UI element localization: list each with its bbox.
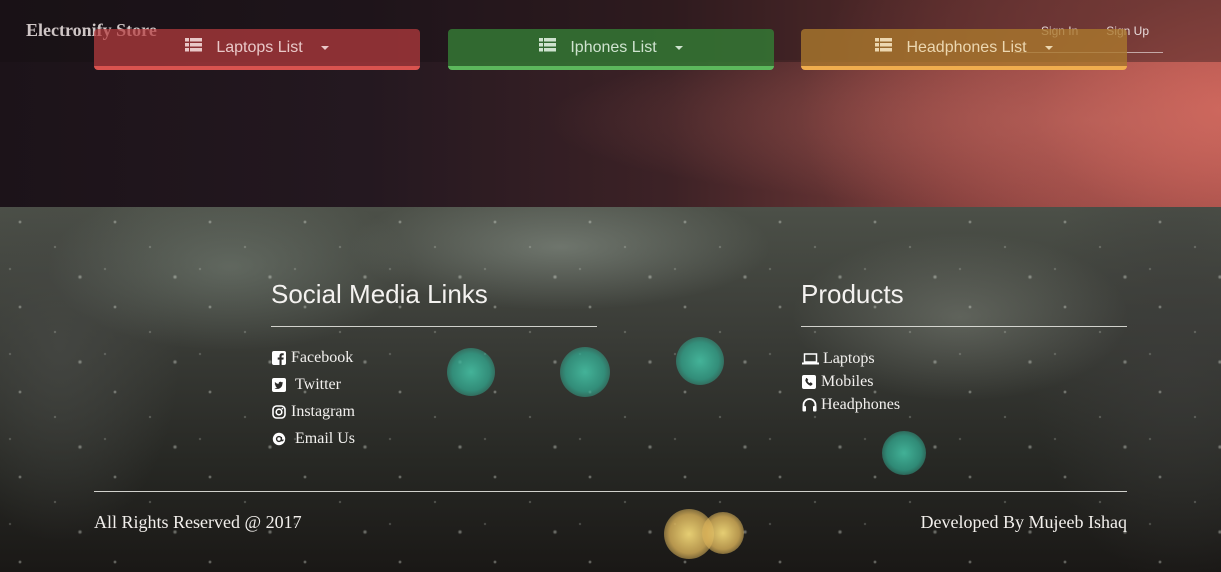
email-icon [271,431,287,447]
instagram-link[interactable]: Instagram [271,398,355,425]
headphones-icon [801,397,817,413]
products-list: Laptops Mobiles Headphones [801,347,900,416]
phone-icon [801,374,817,390]
facebook-link[interactable]: Facebook [271,344,355,371]
list-icon [875,38,893,57]
headphones-list-dropdown[interactable]: Headphones List [801,29,1127,70]
products-title: Products [801,279,904,309]
caret-down-icon [320,45,329,50]
social-links-list: Facebook Twitter Instagram Email Us [271,344,355,452]
caret-down-icon [674,45,683,50]
instagram-icon [271,404,287,420]
laptops-list-dropdown[interactable]: Laptops List [94,29,420,70]
laptops-link[interactable]: Laptops [801,347,900,370]
mobiles-link[interactable]: Mobiles [801,370,900,393]
social-links-title: Social Media Links [271,279,488,309]
twitter-link[interactable]: Twitter [271,371,355,398]
developer-credit: Developed By Mujeeb Ishaq [920,512,1127,532]
iphones-list-dropdown[interactable]: Iphones List [448,29,774,70]
laptop-icon [801,351,819,367]
facebook-icon [271,350,287,366]
headphones-list-label: Headphones List [906,38,1027,56]
site-footer: Social Media Links Facebook Twitter Inst… [0,207,1221,572]
headphones-link[interactable]: Headphones [801,393,900,416]
laptops-list-label: Laptops List [216,38,303,56]
list-icon [185,38,203,57]
email-link[interactable]: Email Us [271,425,355,452]
caret-down-icon [1044,45,1053,50]
social-title-divider [271,326,597,327]
products-title-divider [801,326,1127,327]
footer-content: Social Media Links Facebook Twitter Inst… [0,207,1221,572]
hero-glow [540,60,1221,210]
list-icon [539,38,557,57]
twitter-icon [271,377,287,393]
copyright-text: All Rights Reserved @ 2017 [94,512,302,532]
footer-divider [94,491,1127,492]
iphones-list-label: Iphones List [570,38,657,56]
